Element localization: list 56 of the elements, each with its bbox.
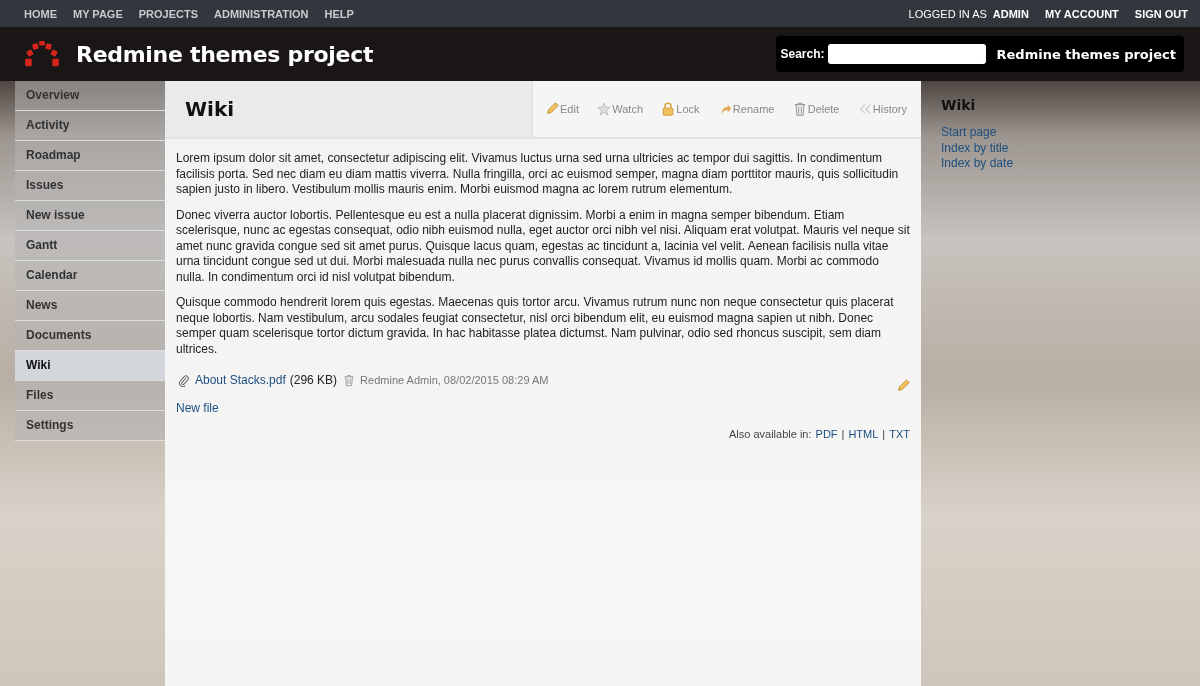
attachment-author-date: Redmine Admin, 08/02/2015 08:29 AM (360, 374, 549, 386)
wiki-paragraph: Quisque commodo hendrerit lorem quis egestas. Maecenas quis tortor arcu. Vivamus rutrum nunc non neque consectetur quis placerat neque lobortis. Nam vestibulum, arcu sodales feugiat consectetur, nisl orci bibendum elit, eu euismod magna sapien ut nibh. Donec semper quam scelerisque tortor dictum gravida. In hac habitasse platea dictumst. Nam pulvinar, odio sed rhoncus suscipit, sem diam ultrices. (176, 295, 895, 357)
account-menu-link[interactable]: MY ACCOUNT (1044, 7, 1119, 20)
project-menu-item[interactable]: Activity (15, 111, 165, 141)
trash-icon (792, 102, 807, 116)
search-field[interactable] (827, 44, 986, 64)
top-menu-link[interactable]: MY PAGE (73, 7, 123, 20)
search-label: Search: (780, 47, 825, 61)
project-menu-item[interactable]: Gantt (15, 231, 165, 261)
project-menu-item[interactable]: Settings (15, 411, 165, 441)
new-file-link[interactable]: New file (176, 401, 219, 415)
format-separator: | (882, 428, 886, 440)
logged-in-label: LOGGED IN AS (908, 7, 987, 20)
project-menu-item[interactable]: Roadmap (15, 141, 165, 171)
arch-logo-icon (22, 40, 62, 68)
top-menu-link[interactable]: PROJECTS (138, 7, 198, 20)
attachment-link[interactable]: About Stacks.pdf (195, 373, 286, 387)
page-title: Wiki (185, 97, 235, 121)
sidebar-title: Wiki (941, 97, 976, 113)
action-link[interactable]: Rename (717, 102, 775, 116)
project-jump-link[interactable]: Redmine themes project (996, 46, 1176, 62)
padlock-icon (661, 102, 676, 116)
action-link[interactable]: Edit (545, 102, 579, 116)
action-link[interactable]: Lock (661, 102, 700, 116)
paperclip-icon (178, 373, 189, 387)
pencil-icon[interactable] (896, 379, 910, 393)
project-menu-item[interactable]: Issues (15, 171, 165, 201)
project-menu-item[interactable]: Overview (15, 81, 165, 111)
star-icon (597, 102, 612, 116)
other-formats-label: Also available in: (729, 428, 812, 440)
action-link[interactable]: History (857, 102, 907, 116)
trash-icon[interactable] (343, 373, 356, 387)
account-menu-link[interactable]: SIGN OUT (1134, 7, 1188, 20)
project-menu-item[interactable]: Files (15, 381, 165, 411)
pencil-icon (545, 102, 559, 116)
wiki-paragraph: Lorem ipsum dolor sit amet, consectetur adipiscing elit. Vivamus luctus urna sed urna ultricies ac tempor dui sagittis. In condimentum facilisis porta. Sed nec diam eu diam mattis viverra. Nulla fringilla, orci ac euismod semper, magna diam porttitor mauris, quis sollicitudin sapien justo in libero. Vestibulum mollis mauris enim. Morbi euismod magna ac lorem rutrum elementum. (176, 151, 900, 198)
top-menu-link[interactable]: HOME (24, 7, 57, 20)
format-link[interactable]: HTML (848, 428, 879, 440)
attachment-size: (296 KB) (289, 373, 338, 387)
format-link[interactable]: PDF (815, 428, 838, 440)
wiki-paragraph: Donec viverra auctor lobortis. Pellentesque eu est a nulla placerat dignissim. Morbi a enim in magna semper bibendum. Etiam scelerisque, nunc ac egestas consequat, odio nibh euismod nulla, eget auctor orci nibh vel nisi. Aliquam erat volutpat. Mauris vel neque sit amet nunc gravida congue sed sit amet purus. Quisque lacus quam, egestas ac tincidunt a, lacinia vel velit. Aenean facilisis nulla vitae urna tincidunt congue sed ut dui. Morbi malesuada nulla nec purus convallis consequat. Vivamus id mollis quam. Morbi ac commodo nulla. In condimentum orci id nisl volutpat bibendum. (176, 207, 910, 285)
action-link[interactable]: Watch (597, 102, 643, 116)
double-chevron-icon (857, 102, 872, 116)
project-menu-item[interactable]: Calendar (15, 261, 165, 291)
format-separator: | (841, 428, 845, 440)
project-title: Redmine themes project (76, 41, 375, 67)
top-menu-link[interactable]: ADMINISTRATION (214, 7, 309, 20)
sidebar-link[interactable]: Index by date (941, 156, 1014, 172)
format-link[interactable]: TXT (889, 428, 910, 440)
project-menu-item[interactable]: Documents (15, 321, 165, 351)
action-link[interactable]: Delete (792, 102, 840, 116)
project-menu-item[interactable]: New issue (15, 201, 165, 231)
user-link[interactable]: ADMIN (992, 7, 1029, 20)
project-menu-item[interactable]: News (15, 291, 165, 321)
top-menu-link[interactable]: HELP (324, 7, 354, 20)
project-menu-item[interactable]: Wiki (15, 351, 165, 381)
